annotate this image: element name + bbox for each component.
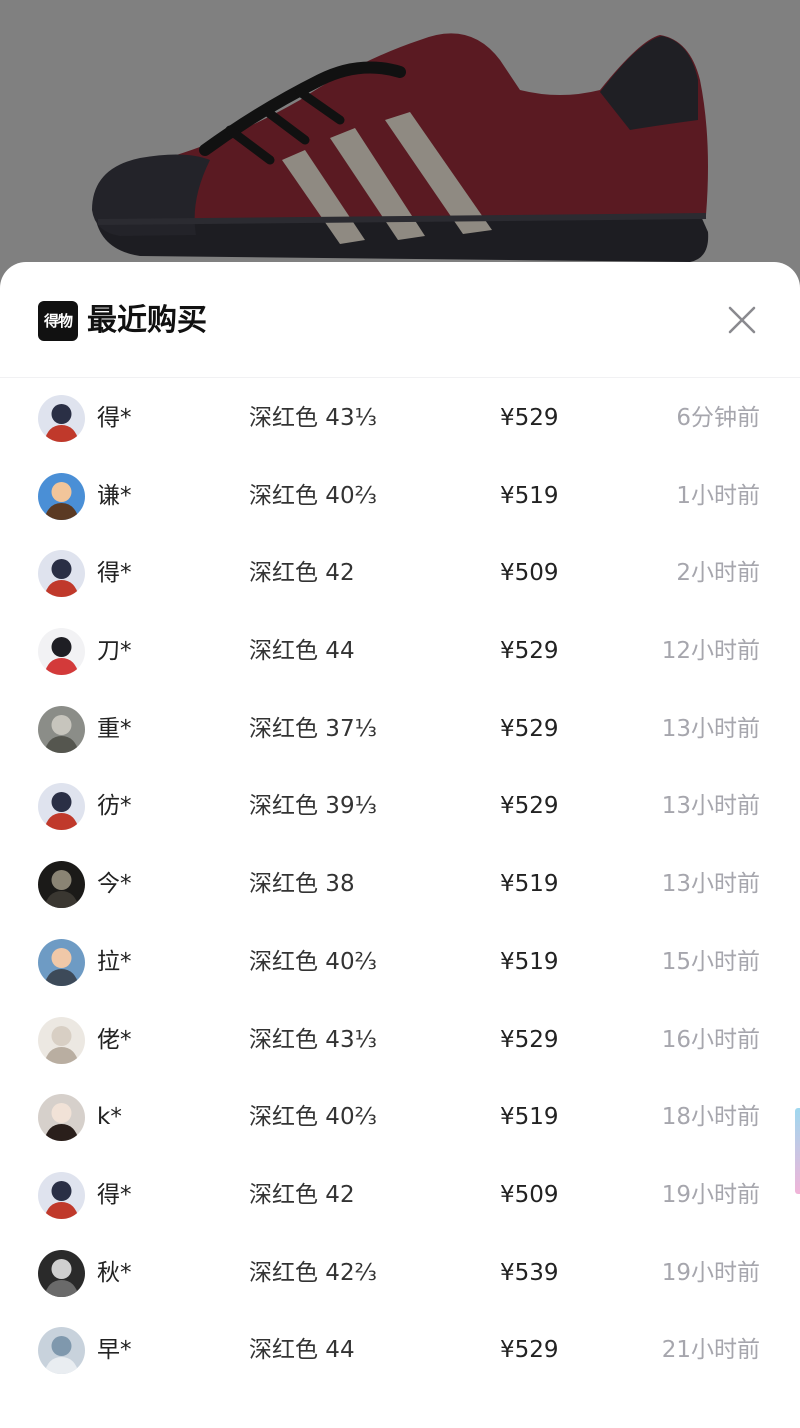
close-button[interactable] [718,296,766,344]
purchase-row: 得* 深红色 43⅓ ¥529 6分钟前 [0,379,800,457]
purchase-row: 刀* 深红色 44 ¥529 12小时前 [0,612,800,690]
avatar[interactable] [38,550,85,598]
purchase-row: 得* 深红色 42 ¥509 2小时前 [0,534,800,612]
purchase-list[interactable]: 得* 深红色 43⅓ ¥529 6分钟前 谦* 深红色 40⅔ ¥519 1小时前 得* 深红色 … [0,379,800,1389]
purchase-spec: 深红色 40⅔ [249,948,377,975]
purchase-time: 1小时前 [676,482,760,509]
purchase-row: 佬* 深红色 43⅓ ¥529 16小时前 [0,1001,800,1079]
purchase-price: ¥529 [500,1337,559,1364]
purchase-price: ¥529 [500,638,559,665]
purchase-spec: 深红色 39⅓ [249,793,377,820]
purchase-time: 15小时前 [661,948,760,975]
purchase-spec: 深红色 43⅓ [249,1026,377,1053]
purchase-price: ¥509 [500,1181,559,1208]
purchase-price: ¥519 [500,948,559,975]
sneaker-illustration [92,33,709,262]
purchase-time: 18小时前 [661,1104,760,1131]
purchase-time: 12小时前 [661,638,760,665]
avatar[interactable] [38,1249,85,1297]
purchase-name: k* [97,1104,122,1131]
purchase-row: 拉* 深红色 40⅔ ¥519 15小时前 [0,923,800,1001]
product-image [0,0,800,300]
purchase-time: 13小时前 [661,871,760,898]
purchase-spec: 深红色 44 [249,1337,355,1364]
avatar[interactable] [38,395,85,442]
dewu-logo: 得物 [38,301,78,341]
purchase-time: 21小时前 [661,1337,760,1364]
purchase-row: 今* 深红色 38 ¥519 13小时前 [0,845,800,923]
avatar[interactable] [38,1016,85,1064]
purchase-row: 彷* 深红色 39⅓ ¥529 13小时前 [0,767,800,845]
purchase-name: 得* [97,405,132,431]
purchase-name: 佬* [97,1026,132,1053]
scroll-indicator [795,1108,800,1194]
purchase-time: 16小时前 [661,1026,760,1053]
purchase-time: 13小时前 [661,715,760,742]
purchase-price: ¥529 [500,715,559,742]
purchase-price: ¥539 [500,1259,559,1286]
purchase-row: k* 深红色 40⅔ ¥519 18小时前 [0,1078,800,1156]
purchase-spec: 深红色 40⅔ [249,482,377,509]
avatar[interactable] [38,1171,85,1219]
recent-purchases-sheet: 得物 最近购买 得* 深红色 43⅓ ¥529 6分钟前谦* 深红色 40⅔ ¥519 1小… [0,262,800,1428]
purchase-name: 拉* [97,948,132,975]
purchase-row: 早* 深红色 44 ¥529 21小时前 [0,1311,800,1389]
avatar[interactable] [38,1094,85,1142]
purchase-name: 秋* [97,1259,132,1286]
purchase-price: ¥529 [500,793,559,820]
purchase-name: 彷* [97,793,132,820]
sheet-header: 得物 最近购买 [0,262,800,378]
purchase-time: 13小时前 [661,793,760,820]
purchase-price: ¥529 [500,405,559,431]
purchase-name: 今* [97,871,132,898]
purchase-name: 刀* [97,638,132,665]
avatar[interactable] [38,783,85,831]
purchase-row: 重* 深红色 37⅓ ¥529 13小时前 [0,690,800,768]
avatar[interactable] [38,472,85,520]
purchase-time: 19小时前 [661,1259,760,1286]
purchase-spec: 深红色 37⅓ [249,715,377,742]
purchase-time: 6分钟前 [676,405,760,431]
purchase-price: ¥519 [500,482,559,509]
purchase-row: 秋* 深红色 42⅔ ¥539 19小时前 [0,1234,800,1312]
purchase-spec: 深红色 42 [249,560,355,587]
purchase-row: 得* 深红色 42 ¥509 19小时前 [0,1156,800,1234]
sheet-title: 最近购买 [87,303,207,338]
purchase-row: 谦* 深红色 40⅔ ¥519 1小时前 [0,457,800,535]
avatar[interactable] [38,861,85,909]
purchase-spec: 深红色 38 [249,871,355,898]
purchase-name: 得* [97,560,132,587]
purchase-name: 谦* [97,482,132,509]
purchase-time: 2小时前 [676,560,760,587]
purchase-name: 早* [97,1337,132,1364]
purchase-spec: 深红色 42⅔ [249,1259,377,1286]
avatar[interactable] [38,938,85,986]
purchase-name: 重* [97,715,132,742]
avatar[interactable] [38,628,85,676]
close-icon [728,306,756,334]
purchase-spec: 深红色 42 [249,1181,355,1208]
purchase-price: ¥519 [500,871,559,898]
purchase-spec: 深红色 44 [249,638,355,665]
purchase-name: 得* [97,1181,132,1208]
avatar[interactable] [38,705,85,753]
avatar[interactable] [38,1327,85,1375]
purchase-spec: 深红色 43⅓ [249,405,377,431]
purchase-price: ¥529 [500,1026,559,1053]
purchase-time: 19小时前 [661,1181,760,1208]
purchase-price: ¥519 [500,1104,559,1131]
purchase-spec: 深红色 40⅔ [249,1104,377,1131]
purchase-price: ¥509 [500,560,559,587]
